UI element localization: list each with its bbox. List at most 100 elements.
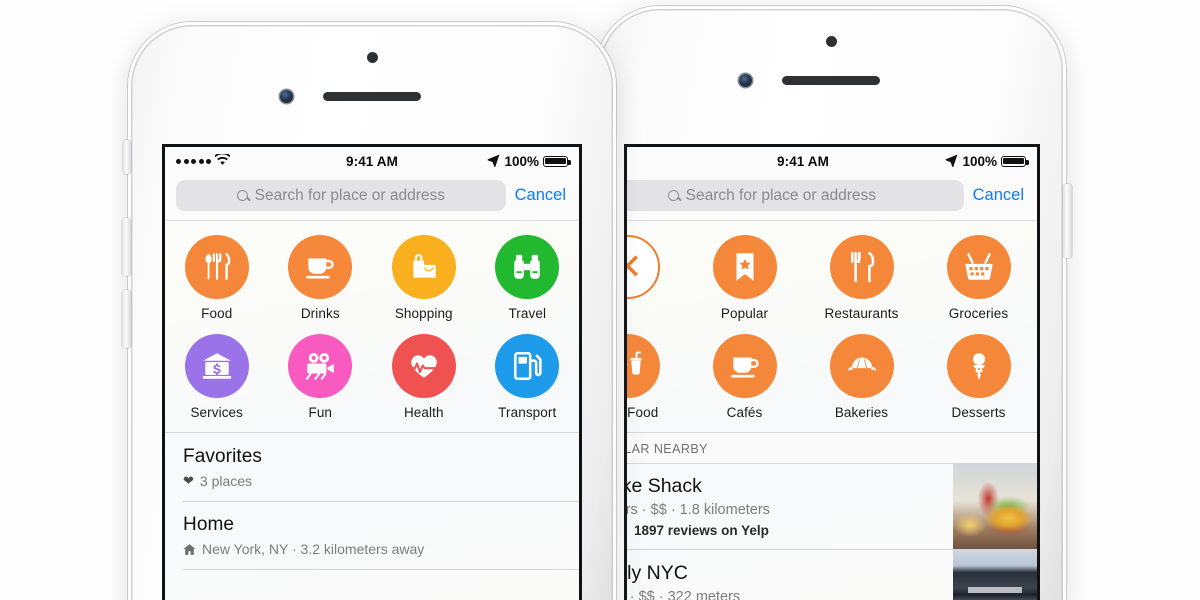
category-restaurants[interactable]: Restaurants (803, 235, 920, 321)
divider (183, 569, 579, 570)
category-label: Fast Food (627, 405, 659, 420)
category-label: Transport (498, 405, 557, 420)
phone-device-right: 9:41 AM 100% Search for place or address (596, 6, 1072, 600)
coffee-cup-icon[interactable] (712, 334, 777, 398)
category-label: Health (403, 405, 444, 420)
shopping-bag-icon[interactable] (391, 235, 456, 299)
category-fun[interactable]: Fun (269, 334, 373, 420)
phone-screen-left: 9:41 AM 100% Search for place or address (162, 144, 582, 600)
category-row-2: Fast Food Cafés Bakeries (627, 334, 1037, 420)
category-food[interactable]: Food (165, 235, 269, 321)
front-camera (739, 74, 752, 87)
search-icon (236, 190, 248, 201)
coffee-cup-icon[interactable] (288, 235, 353, 299)
category-label: Travel (508, 306, 547, 321)
category-grid-right: ✕ Popular R (627, 220, 1037, 432)
result-name: Eataly NYC (627, 561, 688, 584)
heartbeat-icon[interactable] (391, 334, 456, 398)
category-popular[interactable]: Popular (686, 235, 803, 321)
heart-icon: ❤ (183, 473, 194, 488)
basket-icon[interactable] (946, 235, 1011, 299)
location-arrow-icon (945, 154, 958, 169)
earpiece-speaker (782, 76, 880, 85)
proximity-sensor (367, 52, 378, 63)
category-label: Cafés (726, 405, 763, 420)
favorites-subtitle: 3 places (199, 472, 253, 489)
category-health[interactable]: Health (372, 334, 476, 420)
category-close[interactable]: ✕ (627, 235, 686, 321)
earpiece-speaker (323, 92, 421, 101)
category-label: Food (201, 306, 233, 321)
binoculars-icon[interactable] (495, 235, 560, 299)
movie-camera-icon[interactable] (288, 334, 353, 398)
search-placeholder: Search for place or address (254, 186, 446, 204)
category-label: Bakeries (834, 405, 889, 420)
wifi-icon (214, 152, 231, 169)
section-header: POPULAR NEARBY (627, 432, 1037, 463)
category-label: Groceries (948, 306, 1009, 321)
result-name: Shake Shack (627, 475, 702, 497)
location-arrow-icon (487, 154, 500, 169)
list-item[interactable]: Home New York, NY · 3.2 kilometers away (165, 501, 579, 569)
close-x-icon[interactable]: ✕ (627, 235, 660, 299)
screenshot-stage: 9:41 AM 100% Search for place or address (0, 0, 1200, 600)
category-label: Fun (308, 405, 333, 420)
cutlery-icon[interactable] (184, 235, 249, 299)
category-cafes[interactable]: Cafés (686, 334, 803, 420)
croissant-icon[interactable] (829, 334, 894, 398)
power-button[interactable] (1063, 184, 1072, 258)
status-bar-left: 9:41 AM 100% (165, 147, 579, 175)
search-placeholder: Search for place or address (685, 186, 877, 204)
category-services[interactable]: Services (165, 334, 269, 420)
category-travel[interactable]: Travel (476, 235, 580, 321)
category-grid-left: Food Drinks Shopping Travel Services Fun… (165, 220, 579, 432)
list-item[interactable]: Favorites ❤ 3 places (165, 433, 579, 501)
signal-strength-icon (176, 158, 211, 164)
result-thumbnail (953, 463, 1037, 549)
mute-switch[interactable] (123, 140, 131, 174)
result-meta: Italian · $$ · 322 meters (627, 588, 741, 600)
search-bar-right: Search for place or address Cancel (627, 175, 1037, 220)
ice-cream-icon[interactable] (946, 334, 1011, 398)
category-transport[interactable]: Transport (476, 334, 580, 420)
status-time: 9:41 AM (346, 153, 398, 169)
category-shopping[interactable]: Shopping (372, 235, 476, 321)
burger-drink-icon[interactable] (627, 334, 660, 398)
search-input[interactable]: Search for place or address (176, 180, 506, 211)
home-subtitle: New York, NY · 3.2 kilometers away (202, 541, 425, 557)
search-bar-left: Search for place or address Cancel (165, 175, 579, 220)
category-bakeries[interactable]: Bakeries (803, 334, 920, 420)
search-input[interactable]: Search for place or address (627, 180, 964, 211)
result-row[interactable]: Eataly NYC Italian · $$ · 322 meters (627, 549, 1037, 600)
cancel-button[interactable]: Cancel (515, 186, 568, 205)
favorites-title: Favorites (183, 445, 263, 467)
result-reviews: 1897 reviews on Yelp (634, 523, 769, 538)
proximity-sensor (826, 36, 837, 47)
fuel-pump-icon[interactable] (495, 334, 560, 398)
category-row-1: Food Drinks Shopping Travel (165, 235, 579, 321)
bookmark-star-icon[interactable] (712, 235, 777, 299)
battery-percent: 100% (504, 153, 539, 169)
category-label: Services (190, 405, 244, 420)
bank-dollar-icon[interactable] (184, 334, 249, 398)
battery-icon (1000, 155, 1029, 167)
category-drinks[interactable]: Drinks (269, 235, 373, 321)
status-bar-right: 9:41 AM 100% (627, 147, 1037, 175)
fork-knife-icon[interactable] (829, 235, 894, 299)
phone-device-left: 9:41 AM 100% Search for place or address (122, 22, 616, 600)
category-desserts[interactable]: Desserts (920, 334, 1037, 420)
category-label: Popular (720, 306, 769, 321)
volume-up-button[interactable] (122, 218, 131, 276)
category-label: Drinks (300, 306, 340, 321)
category-row-1: ✕ Popular R (627, 235, 1037, 321)
category-row-2: Services Fun Health Transport (165, 334, 579, 420)
result-row[interactable]: Shake Shack Burgers · $$ · 1.8 kilometer… (625, 463, 1037, 549)
volume-down-button[interactable] (122, 290, 131, 348)
category-groceries[interactable]: Groceries (920, 235, 1037, 321)
status-time: 9:41 AM (777, 153, 829, 169)
category-fast-food[interactable]: Fast Food (627, 334, 686, 420)
category-label: Restaurants (824, 306, 899, 321)
cancel-button[interactable]: Cancel (973, 186, 1026, 205)
battery-percent: 100% (962, 153, 997, 169)
result-meta: Burgers · $$ · 1.8 kilometers (625, 502, 770, 518)
